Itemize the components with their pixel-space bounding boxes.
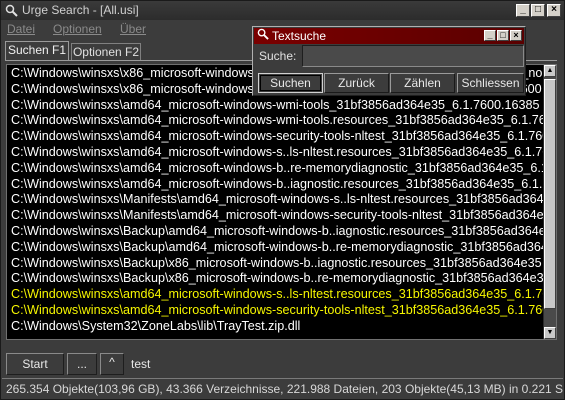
list-item[interactable]: C:\Windows\System32\ZoneLabs\lib\TrayTes… [11, 319, 543, 335]
list-item[interactable]: C:\Windows\winsxs\Backup\amd64_microsoft… [11, 224, 543, 240]
list-item[interactable]: C:\Windows\winsxs\amd64_microsoft-window… [11, 129, 543, 145]
list-item[interactable]: C:\Windows\winsxs\amd64_microsoft-window… [11, 98, 543, 114]
start-button[interactable]: Start [6, 353, 64, 375]
title-bar[interactable]: Urge Search - [All.usi] _ □ × [1, 1, 564, 20]
tab-suchen[interactable]: Suchen F1 [5, 41, 69, 61]
list-item-highlighted[interactable]: C:\Windows\winsxs\amd64_microsoft-window… [11, 303, 543, 319]
vertical-scrollbar[interactable]: ▲ ▼ [543, 65, 556, 339]
magnifier-icon [257, 28, 269, 45]
maximize-button[interactable]: □ [531, 4, 545, 17]
schliessen-button[interactable]: Schliessen [457, 73, 524, 93]
minimize-button[interactable]: _ [516, 4, 530, 17]
suchen-button[interactable]: Suchen [258, 73, 323, 93]
results-list[interactable]: C:\Windows\winsxs\x86_microsoft-windows-… [6, 64, 557, 340]
list-item[interactable]: C:\Windows\winsxs\Manifests\amd64_micros… [11, 208, 543, 224]
list-item[interactable]: C:\Windows\winsxs\Backup\amd64_microsoft… [11, 240, 543, 256]
menu-ueber[interactable]: Über [120, 22, 146, 36]
up-button[interactable]: ^ [100, 353, 124, 375]
window-title: Urge Search - [All.usi] [22, 3, 139, 17]
scroll-down-icon[interactable]: ▼ [544, 327, 556, 339]
menu-optionen[interactable]: Optionen [53, 22, 102, 36]
list-item[interactable]: C:\Windows\winsxs\Backup\x86_microsoft-w… [11, 271, 543, 287]
textsuche-dialog: Textsuche _ □ × Suche: Suchen Zurück Zäh… [252, 26, 526, 96]
dialog-close-button[interactable]: × [510, 30, 522, 41]
dialog-search-input[interactable] [302, 45, 524, 67]
list-item[interactable]: C:\Windows\winsxs\amd64_microsoft-window… [11, 145, 543, 161]
browse-button[interactable]: ... [67, 353, 97, 375]
search-label: Suche: [259, 49, 297, 63]
scroll-thumb[interactable] [544, 79, 556, 309]
dialog-maximize-button[interactable]: □ [497, 30, 509, 41]
list-item-highlighted[interactable]: C:\Windows\winsxs\amd64_microsoft-window… [11, 287, 543, 303]
menu-datei[interactable]: Datei [7, 22, 35, 36]
tab-optionen[interactable]: Optionen F2 [71, 43, 141, 61]
list-item[interactable]: C:\Windows\winsxs\amd64_microsoft-window… [11, 177, 543, 193]
list-item[interactable]: C:\Windows\winsxs\amd64_microsoft-window… [11, 113, 543, 129]
list-item[interactable]: C:\Windows\winsxs\Manifests\amd64_micros… [11, 192, 543, 208]
results-rows: C:\Windows\winsxs\x86_microsoft-windows-… [11, 66, 543, 338]
list-item[interactable]: C:\Windows\winsxs\amd64_microsoft-window… [11, 161, 543, 177]
list-item[interactable]: C:\Windows\winsxs\Backup\x86_microsoft-w… [11, 256, 543, 272]
main-window: Urge Search - [All.usi] _ □ × Datei Opti… [0, 0, 565, 400]
zurueck-button[interactable]: Zurück [324, 73, 389, 93]
dialog-title: Textsuche [272, 29, 327, 43]
zaehlen-button[interactable]: Zählen [390, 73, 455, 93]
status-bar: 265.354 Objekte(103,96 GB), 43.366 Verze… [2, 378, 563, 399]
scroll-up-icon[interactable]: ▲ [544, 65, 556, 77]
dialog-title-bar[interactable]: Textsuche _ □ × [254, 28, 524, 44]
dialog-minimize-button[interactable]: _ [484, 30, 496, 41]
search-input[interactable]: test [128, 353, 558, 375]
close-button[interactable]: × [547, 4, 561, 17]
magnifier-icon [5, 4, 18, 17]
